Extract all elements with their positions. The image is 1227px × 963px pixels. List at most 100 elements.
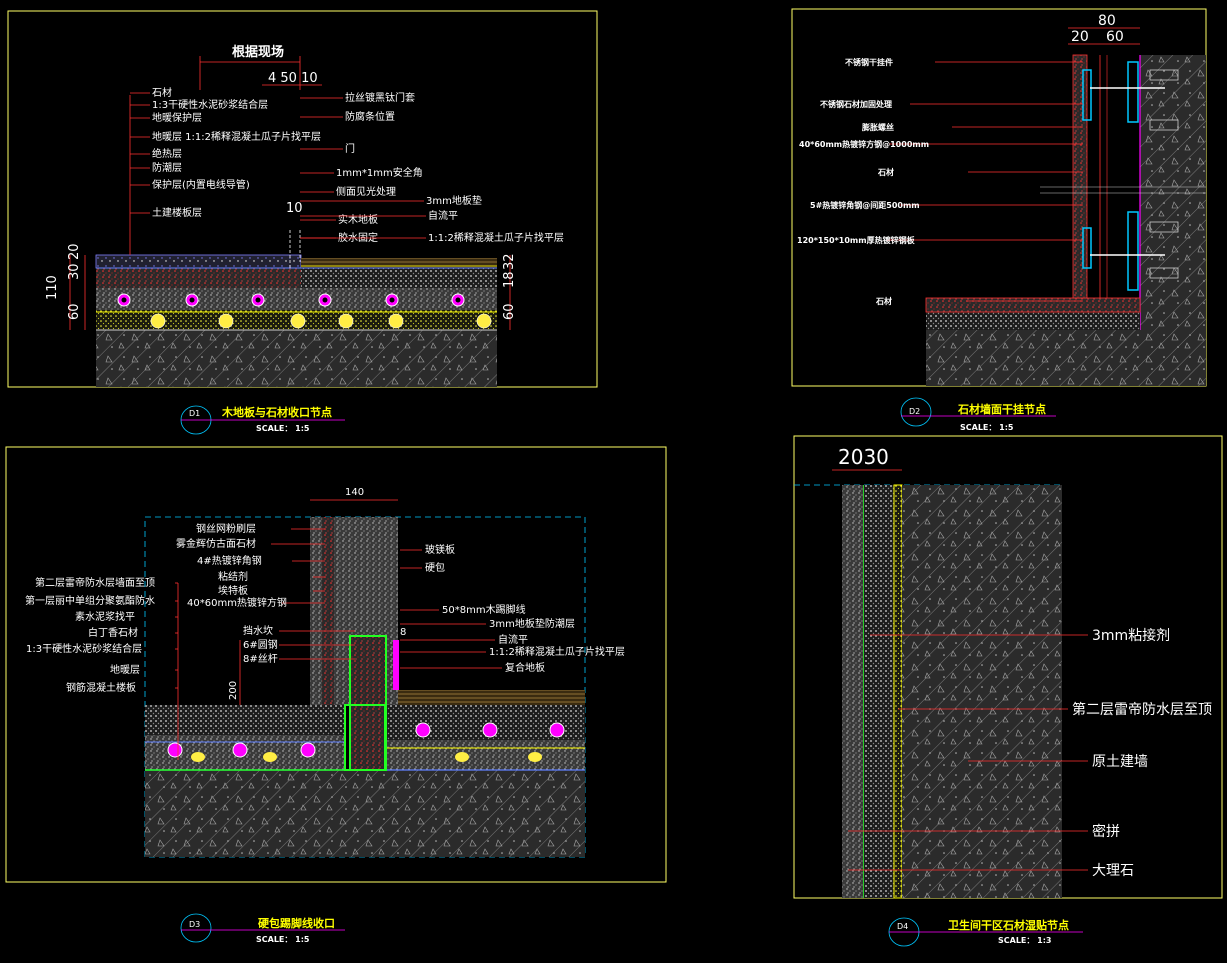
d3-left-label-5: 40*60mm热镀锌方钢 [187,596,287,609]
panel-d4: 2030 3mm粘接剂第二层雷帝防水层至顶原土建墙密拼大理石 D4 卫生间干区石… [793,435,1223,947]
d4-label-2: 原土建墙 [1092,754,1148,770]
d1-right-label-1: 防腐条位置 [345,110,395,123]
d1-right-label-8: 自流平 [428,209,458,222]
d2-label: D2 [909,407,920,416]
d1-dim-left-60: 60 [67,303,82,320]
d3-baseboard [393,640,399,690]
d3-dim-top: 140 [345,487,364,498]
d3-wall-stone [322,517,334,705]
d1-mortar-layer [96,268,301,288]
d3-dim-200: 200 [228,681,239,700]
d2-label-7: 石材 [875,296,892,306]
d1-dim-left-110: 110 [45,275,60,300]
d2-scale: SCALE： 1:5 [960,423,1014,432]
d1-left-label-5: 防潮层 [152,161,182,174]
d1-scale: SCALE： 1:5 [256,424,310,433]
d1-right-label-6: 胶水固定 [338,231,378,244]
d1-left-label-7: 土建楼板层 [152,206,202,219]
d1-left-label-0: 石材 [152,86,172,99]
d3-far-left-label-4: 1:3干硬性水泥砂浆结合层 [26,642,142,655]
d3-far-left-label-1: 第一层丽中单组分聚氨酯防水 [25,594,155,607]
d2-label-4: 石材 [877,167,894,177]
d3-right-label-2: 50*8mm木踢脚线 [442,603,526,616]
d1-dim-right-32: 32 [502,253,517,270]
d1-left-label-1: 1:3干硬性水泥砂浆结合层 [152,98,268,111]
d4-label-3: 密拼 [1092,823,1120,840]
d4-label-0: 3mm粘接剂 [1092,627,1170,644]
d3-left-label-3: 粘结剂 [218,570,248,583]
d1-screed-layer [301,268,497,288]
d4-label: D4 [897,922,908,931]
d1-label: D1 [189,409,200,418]
d1-right-label-3: 1mm*1mm安全角 [336,166,423,179]
d3-mid-label-2: 8#丝杆 [243,653,278,665]
d1-dim-left-20: 20 [67,243,82,260]
d3-right-label-0: 玻镁板 [425,543,455,556]
d2-label-0: 不锈钢干挂件 [845,57,893,67]
d3-mid-label-0: 挡水坎 [243,624,273,637]
d2-labels: 不锈钢干挂件不锈钢石材加固处理膨胀螺丝 40*60mm热镀锌方钢@1000mm 石材… [797,57,1083,306]
d3-far-left-label-6: 钢筋混凝土楼板 [66,681,136,694]
d1-dim-right-60: 60 [502,303,517,320]
d1-right-label-5: 实木地板 [338,213,378,226]
panel-d3: 140 200 8 钢丝网粉刷层雾金辉仿古面石材 4#热镀锌角钢粘结剂埃特板40*… [5,446,667,944]
d3-left-mortar [145,705,345,735]
d2-floor-stone [925,297,1141,313]
d1-right-label-9: 1:1:2稀释混凝土瓜子片找平层 [428,231,564,244]
d1-dim-sub: 4 50 10 [268,71,318,86]
d1-right-label-0: 拉丝镀黑钛门套 [345,91,415,104]
d2-label-5: 5#热镀锌角钢@间距500mm [810,200,920,210]
cad-drawing-canvas: 根据现场 4 50 10 10 石材1:3干硬性水泥砂浆结合层地暖保护层地暖层 … [5,8,1223,947]
d1-dim-10: 10 [286,201,303,216]
d3-right-label-4: 自流平 [498,633,528,646]
d3-left-label-0: 钢丝网粉刷层 [196,522,256,535]
d1-left-label-3: 地暖层 1:1:2稀释混凝土瓜子片找平层 [152,130,321,143]
d3-right-label-3: 3mm地板垫防潮层 [489,617,575,630]
d3-scale: SCALE： 1:5 [256,935,310,944]
d4-label-4: 大理石 [1092,863,1134,879]
d1-wood-floor [301,258,497,268]
d3-left-label-1: 雾金辉仿古面石材 [176,537,256,550]
d3-far-left-label-5: 地暖层 [110,663,140,676]
d4-title: 卫生间干区石材湿贴节点 [948,918,1069,932]
d1-title-block: D1 木地板与石材收口节点 SCALE： 1:5 [180,405,345,435]
d3-title: 硬包踢脚线收口 [258,916,335,930]
d1-left-label-6: 保护层(内置电线导管) [152,178,250,191]
d1-right-label-4: 侧面见光处理 [336,185,396,198]
d1-dim-top: 根据现场 [232,44,284,60]
d3-left-label-4: 埃特板 [218,584,248,597]
d2-dim-top: 80 [1098,13,1116,29]
d1-right-label-7: 3mm地板垫 [426,194,482,207]
d3-far-left-label-3: 白丁香石材 [88,626,138,639]
d4-adhesive [864,485,894,898]
d1-left-label-4: 绝热层 [152,147,182,160]
d2-label-1: 不锈钢石材加固处理 [820,99,892,109]
d2-label-6: 120*150*10mm厚热镀锌钢板 [797,235,916,245]
d1-dim-left-30: 30 [67,263,82,280]
d4-waterproof-layer [893,484,903,899]
d2-title: 石材墙面干挂节点 [957,402,1046,416]
panel-d2: 80 20 60 不锈钢干挂件不锈钢石材加固处理膨胀螺丝 40*60mm热镀锌方钢… [791,8,1207,432]
d1-right-label-2: 门 [345,142,355,155]
d4-label-1: 第二层雷帝防水层至顶 [1072,701,1212,718]
d1-left-labels: 石材1:3干硬性水泥砂浆结合层地暖保护层地暖层 1:1:2稀释混凝土瓜子片找平层… [130,86,321,219]
d1-dim-right-18: 18 [502,271,517,288]
d3-mid-label-1: 6#圆钢 [243,638,278,651]
panel-d1: 根据现场 4 50 10 10 石材1:3干硬性水泥砂浆结合层地暖保护层地暖层 … [7,10,598,435]
d4-dim-top: 2030 [838,445,889,469]
d1-right-labels: 拉丝镀黑钛门套防腐条位置门 1mm*1mm安全角侧面见光处理实木地板胶水固定 3mm… [300,91,564,244]
d3-far-left-label-2: 素水泥浆找平 [75,610,135,623]
d3-left-label-2: 4#热镀锌角钢 [197,554,262,567]
d2-title-block: D2 石材墙面干挂节点 SCALE： 1:5 [900,397,1056,432]
d4-title-block: D4 卫生间干区石材湿贴节点 SCALE： 1:3 [888,917,1083,947]
d3-right-label-5: 1:1:2稀释混凝土瓜子片找平层 [489,645,625,658]
d2-label-3: 40*60mm热镀锌方钢@1000mm [799,139,929,149]
d2-dim-sub-60: 60 [1106,29,1124,45]
d2-wall-stone [1072,54,1088,299]
d1-heating-layer [96,288,497,310]
d1-title: 木地板与石材收口节点 [221,405,332,419]
d3-right-label-6: 复合地板 [505,661,545,674]
d3-water-stop-curb [349,635,387,771]
d3-right-heating-layer [385,740,585,770]
d2-floor-screed [926,312,1140,330]
